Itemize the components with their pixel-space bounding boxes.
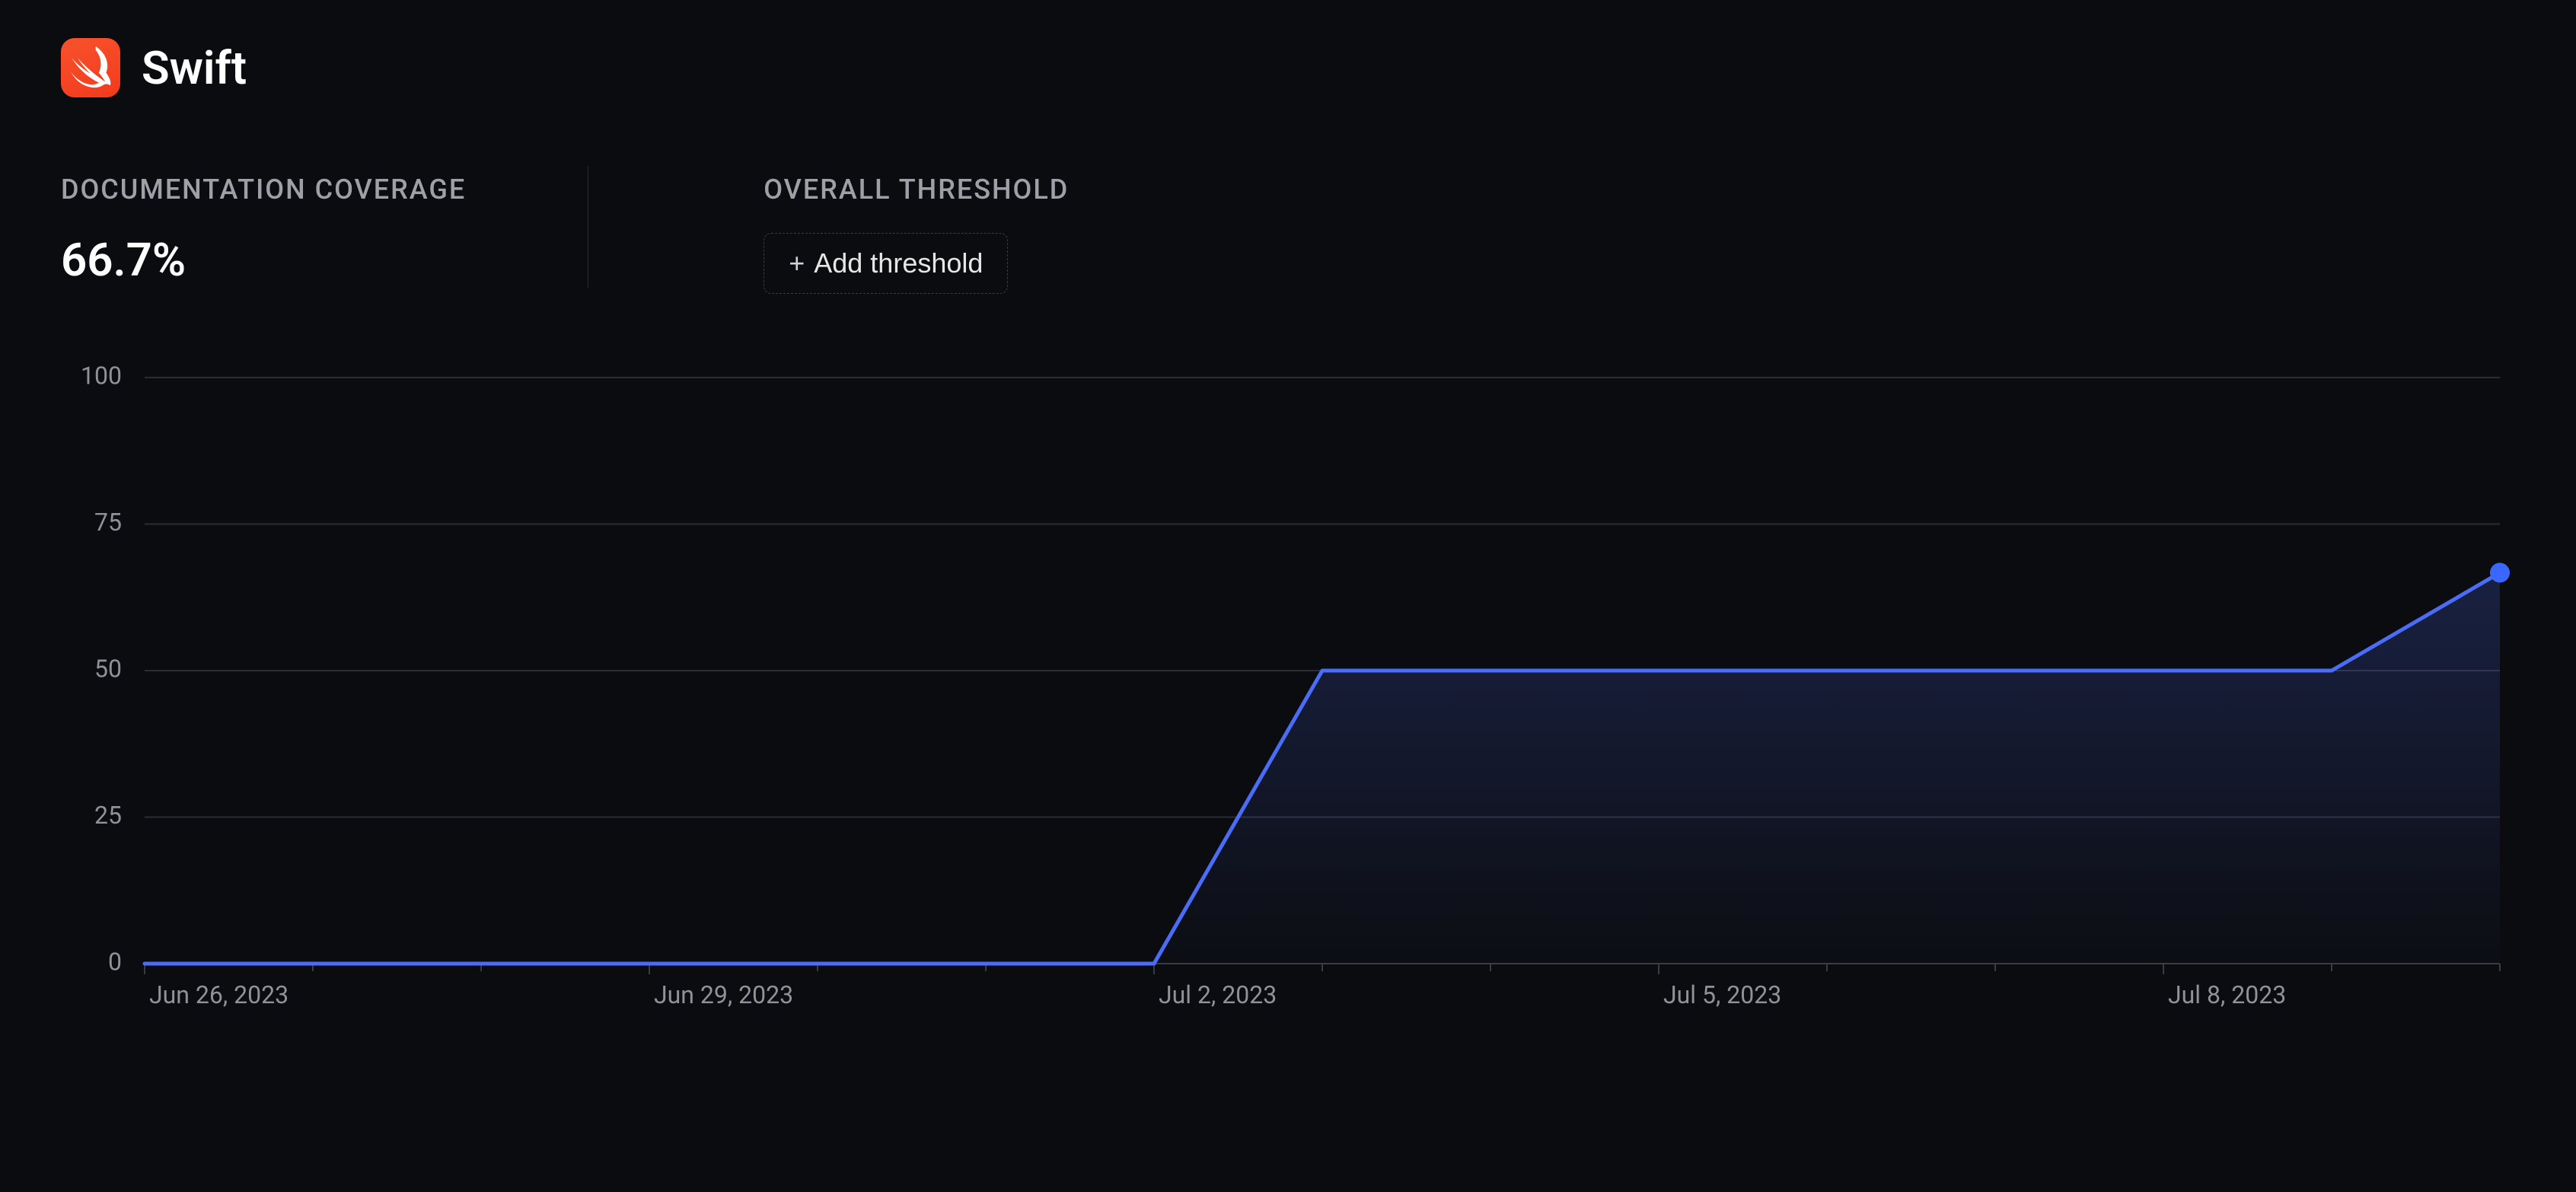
series-end-dot[interactable] <box>2490 563 2510 582</box>
threshold-label: OVERALL THRESHOLD <box>764 174 1069 206</box>
chart-area <box>145 572 2500 964</box>
x-tick-label: Jul 2, 2023 <box>1159 980 1277 1009</box>
add-threshold-label: Add threshold <box>814 247 983 279</box>
y-tick-label: 75 <box>94 508 122 537</box>
y-tick-label: 25 <box>94 801 122 830</box>
x-tick-label: Jul 5, 2023 <box>1663 980 1781 1009</box>
dashboard-panel: Swift DOCUMENTATION COVERAGE 66.7% OVERA… <box>0 0 2576 1063</box>
coverage-chart: 0 25 50 75 100 Jun 26, 2023 Jun 29, 2023 Jul 2,… <box>61 362 2515 1032</box>
coverage-value: 66.7% <box>61 233 466 287</box>
plus-icon: + <box>789 250 805 277</box>
chart-svg: 0 25 50 75 100 Jun 26, 2023 Jun 29, 2023 Jul 2,… <box>61 362 2515 1032</box>
panel-header: Swift <box>61 38 2515 97</box>
panel-title: Swift <box>142 41 247 95</box>
coverage-stat: DOCUMENTATION COVERAGE 66.7% <box>61 174 588 287</box>
x-tick-label: Jul 8, 2023 <box>2168 980 2286 1009</box>
x-tick-label: Jun 26, 2023 <box>149 980 289 1009</box>
stats-row: DOCUMENTATION COVERAGE 66.7% OVERALL THR… <box>61 174 2515 294</box>
swift-icon <box>61 38 120 97</box>
coverage-label: DOCUMENTATION COVERAGE <box>61 174 466 206</box>
y-tick-label: 100 <box>81 362 122 390</box>
threshold-stat: OVERALL THRESHOLD + Add threshold <box>588 174 1069 294</box>
y-tick-label: 50 <box>94 654 122 683</box>
add-threshold-button[interactable]: + Add threshold <box>764 233 1008 294</box>
x-tick-label: Jun 29, 2023 <box>654 980 793 1009</box>
y-tick-label: 0 <box>108 947 122 976</box>
